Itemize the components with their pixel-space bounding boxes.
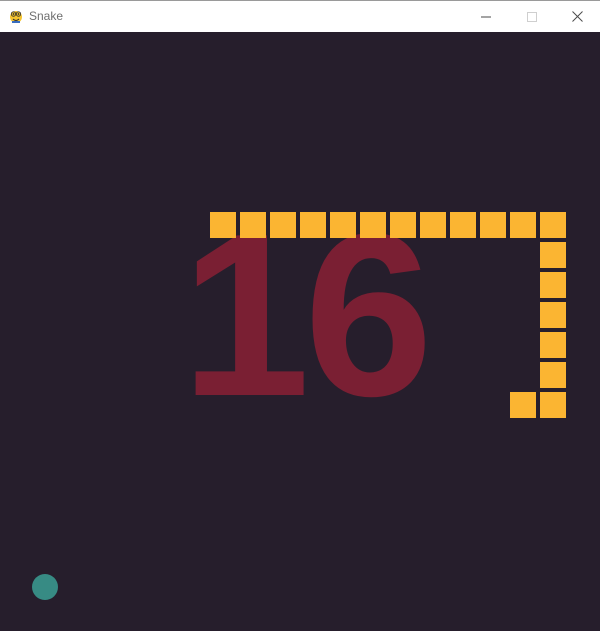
snake-segment [480,212,506,238]
snake-head [510,392,536,418]
snake-segment [540,332,566,358]
snake-segment [300,212,326,238]
close-icon [571,11,583,22]
snake-window: Snake 16 [0,0,600,631]
close-button[interactable] [554,1,600,32]
minimize-button[interactable] [463,1,509,32]
maximize-button[interactable] [509,1,555,32]
snake-segment [540,302,566,328]
snake-segment [210,212,236,238]
maximize-icon [527,11,537,22]
window-title: Snake [29,9,64,23]
snake-segment [510,212,536,238]
title-bar[interactable]: Snake [0,0,600,32]
snake-segment [540,272,566,298]
snake-segment [540,362,566,388]
food-pellet [32,574,58,600]
snake-segment [540,392,566,418]
minimize-icon [481,16,491,17]
snake-segment [270,212,296,238]
app-icon [8,8,24,24]
snake-segment [540,212,566,238]
snake-segment [390,212,416,238]
snake-segment [450,212,476,238]
game-board[interactable]: 16 [0,32,600,631]
snake-segment [330,212,356,238]
snake-segment [420,212,446,238]
snake-segment [240,212,266,238]
snake-segment [360,212,386,238]
snake-segment [540,242,566,268]
